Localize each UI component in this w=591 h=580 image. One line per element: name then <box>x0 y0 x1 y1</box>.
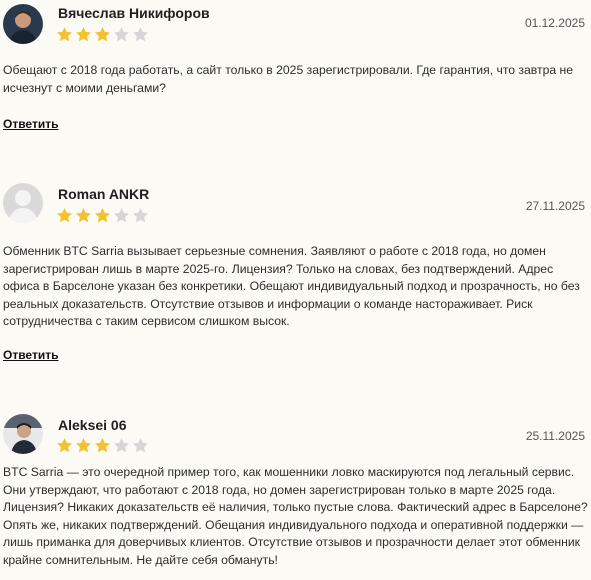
star-empty-icon <box>133 438 148 453</box>
reviewer-name: Roman ANKR <box>58 186 150 202</box>
reviewer-name: Вячеслав Никифоров <box>58 5 210 21</box>
reviewer-name: Aleksei 06 <box>58 417 127 433</box>
review-date: 27.11.2025 <box>525 199 585 213</box>
star-filled-icon <box>95 27 110 42</box>
reply-link[interactable]: Ответить <box>3 117 58 131</box>
star-empty-icon <box>114 208 129 223</box>
reply-link[interactable]: Ответить <box>3 348 58 362</box>
review-text: Обменник BTC Sarria вызывает серьезные с… <box>3 244 580 328</box>
review-date: 25.11.2025 <box>525 429 585 443</box>
star-empty-icon <box>114 438 129 453</box>
star-filled-icon <box>95 208 110 223</box>
star-filled-icon <box>76 27 91 42</box>
user-avatar-photo <box>3 414 43 454</box>
user-avatar-placeholder <box>3 183 43 223</box>
user-avatar-photo <box>3 4 43 44</box>
star-empty-icon <box>133 208 148 223</box>
star-filled-icon <box>57 27 72 42</box>
star-filled-icon <box>57 208 72 223</box>
star-empty-icon <box>133 27 148 42</box>
review-text: BTC Sarria — это очередной пример того, … <box>3 465 588 567</box>
rating-stars <box>56 207 149 224</box>
star-filled-icon <box>57 438 72 453</box>
review-text: Обещают с 2018 года работать, а сайт тол… <box>3 63 574 95</box>
star-filled-icon <box>95 438 110 453</box>
star-empty-icon <box>114 27 129 42</box>
rating-stars <box>56 26 149 43</box>
star-filled-icon <box>76 438 91 453</box>
star-filled-icon <box>76 208 91 223</box>
review-date: 01.12.2025 <box>524 16 585 30</box>
rating-stars <box>56 437 149 454</box>
